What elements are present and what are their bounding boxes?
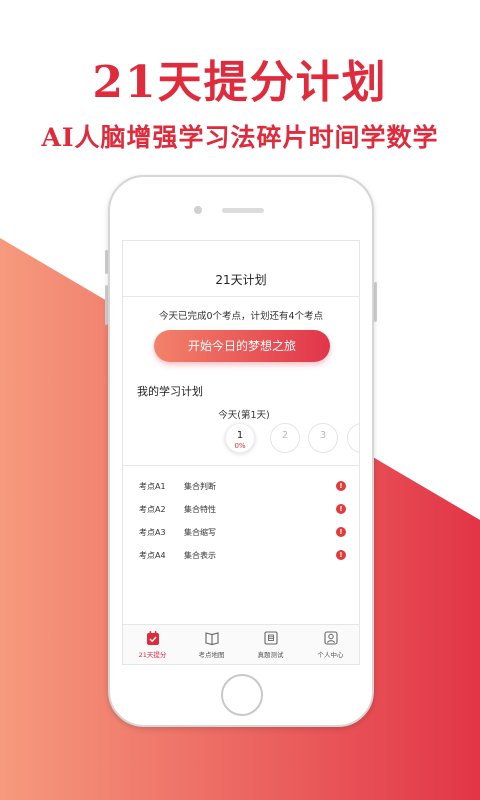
alert-icon: ! bbox=[336, 527, 346, 537]
tab-exam-test[interactable]: 真题测试 bbox=[241, 630, 300, 659]
list-item[interactable]: 考点A4 集合表示 ! bbox=[123, 546, 359, 564]
today-label: 今天(第1天) bbox=[218, 410, 270, 421]
headline-title: 21天提分计划 bbox=[92, 57, 388, 108]
phone-mockup: 21天计划 今天已完成0个考点，计划还有4个考点 开始今日的梦想之旅 我的学习计… bbox=[108, 175, 374, 727]
speaker-grille bbox=[222, 208, 264, 213]
day-number: 1 bbox=[236, 430, 244, 441]
point-name: 集合缩写 bbox=[184, 528, 216, 537]
tab-label: 个人中心 bbox=[317, 651, 344, 659]
bottom-tab-bar: 21天提分 考点地图 真题测试 个人中心 bbox=[123, 624, 359, 664]
day-number: 2 bbox=[281, 430, 289, 441]
divider bbox=[123, 465, 359, 466]
point-code: 考点A4 bbox=[139, 551, 166, 560]
tab-personal-center[interactable]: 个人中心 bbox=[301, 630, 359, 659]
day-circle-3[interactable]: 3 bbox=[308, 423, 338, 453]
list-item[interactable]: 考点A1 集合判断 ! bbox=[123, 477, 359, 495]
day-circle-2[interactable]: 2 bbox=[270, 423, 300, 453]
app-screen: 21天计划 今天已完成0个考点，计划还有4个考点 开始今日的梦想之旅 我的学习计… bbox=[122, 240, 360, 665]
point-name: 集合表示 bbox=[184, 551, 216, 560]
tab-point-map[interactable]: 考点地图 bbox=[182, 630, 241, 659]
camera-icon bbox=[194, 206, 202, 214]
point-code: 考点A1 bbox=[139, 482, 166, 491]
tab-label: 21天提分 bbox=[138, 651, 167, 659]
home-button[interactable] bbox=[221, 674, 263, 716]
user-icon bbox=[323, 631, 338, 645]
book-icon bbox=[204, 632, 219, 646]
start-today-button[interactable]: 开始今日的梦想之旅 bbox=[154, 330, 330, 362]
point-code: 考点A2 bbox=[139, 505, 166, 514]
exam-icon bbox=[263, 631, 278, 645]
headline-subtitle: AI人脑增强学习法碎片时间学数学 bbox=[41, 123, 439, 152]
page-title: 21天计划 bbox=[123, 241, 359, 297]
day-circle-1[interactable]: 1 0% bbox=[225, 423, 255, 453]
alert-icon: ! bbox=[336, 550, 346, 560]
phone-side-button bbox=[374, 282, 377, 322]
point-name: 集合特性 bbox=[184, 505, 216, 514]
point-code: 考点A3 bbox=[139, 528, 166, 537]
alert-icon: ! bbox=[336, 481, 346, 491]
point-name: 集合判断 bbox=[184, 482, 216, 491]
tab-21-days[interactable]: 21天提分 bbox=[123, 630, 182, 659]
tab-label: 真题测试 bbox=[257, 651, 284, 659]
day-circle-4[interactable] bbox=[347, 423, 359, 453]
tab-label: 考点地图 bbox=[198, 651, 225, 659]
plan-label: 我的学习计划 bbox=[137, 385, 203, 398]
day-number: 3 bbox=[319, 430, 327, 441]
list-item[interactable]: 考点A3 集合缩写 ! bbox=[123, 523, 359, 541]
day-percent: 0% bbox=[234, 442, 246, 450]
list-item[interactable]: 考点A2 集合特性 ! bbox=[123, 500, 359, 518]
alert-icon: ! bbox=[336, 504, 346, 514]
calendar-check-icon bbox=[146, 631, 159, 645]
progress-text: 今天已完成0个考点，计划还有4个考点 bbox=[158, 311, 324, 322]
